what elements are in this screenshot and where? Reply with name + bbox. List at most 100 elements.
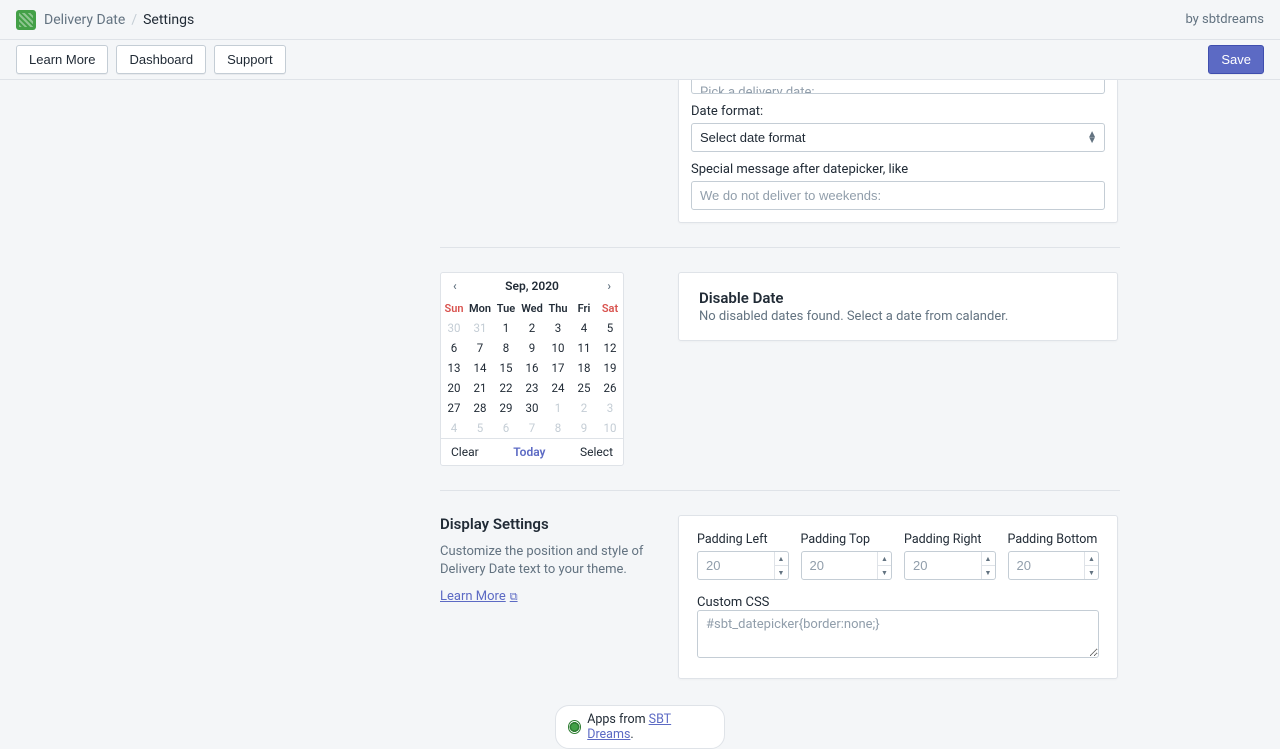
display-settings-card: Padding Left ▲ ▼ Padding Top	[678, 515, 1118, 679]
calendar-day[interactable]: 16	[519, 358, 545, 378]
calendar-day[interactable]: 2	[519, 318, 545, 338]
custom-css-label: Custom CSS	[697, 595, 769, 610]
calendar-day[interactable]: 7	[467, 338, 493, 358]
calendar-dow: Mon	[467, 299, 493, 318]
text-settings-card: Pick a delivery date: Date format: Selec…	[678, 80, 1118, 223]
calendar-day[interactable]: 5	[467, 418, 493, 438]
calendar-day[interactable]: 12	[597, 338, 623, 358]
calendar-day[interactable]: 3	[597, 398, 623, 418]
section-divider-2	[440, 490, 1120, 491]
dashboard-button[interactable]: Dashboard	[116, 45, 206, 74]
calendar-day[interactable]: 31	[467, 318, 493, 338]
disable-date-title: Disable Date	[699, 289, 1097, 307]
special-message-label: Special message after datepicker, like	[691, 162, 1105, 177]
calendar-day[interactable]: 21	[467, 378, 493, 398]
date-format-select[interactable]: Select date format	[691, 123, 1105, 152]
calendar-day[interactable]: 9	[571, 418, 597, 438]
calendar-day[interactable]: 20	[441, 378, 467, 398]
calendar-dow: Sat	[597, 299, 623, 318]
calendar-day[interactable]: 17	[545, 358, 571, 378]
calendar-day[interactable]: 8	[545, 418, 571, 438]
before-datepicker-input-partial[interactable]: Pick a delivery date:	[691, 80, 1105, 94]
padding-bottom-down-icon[interactable]: ▼	[1085, 565, 1098, 579]
padding-right-label: Padding Right	[904, 532, 996, 547]
external-link-icon: ⧉	[510, 590, 518, 604]
calendar-day[interactable]: 27	[441, 398, 467, 418]
date-format-label: Date format:	[691, 104, 1105, 119]
calendar-day[interactable]: 14	[467, 358, 493, 378]
calendar-day[interactable]: 30	[441, 318, 467, 338]
padding-top-up-icon[interactable]: ▲	[878, 552, 891, 565]
custom-css-input[interactable]	[697, 610, 1099, 658]
breadcrumb-app[interactable]: Delivery Date	[44, 12, 125, 28]
calendar-day[interactable]: 10	[597, 418, 623, 438]
calendar-clear-button[interactable]: Clear	[451, 445, 479, 459]
padding-bottom-up-icon[interactable]: ▲	[1085, 552, 1098, 565]
calendar-today-button[interactable]: Today	[513, 445, 545, 459]
padding-left-label: Padding Left	[697, 532, 789, 547]
calendar-prev-icon[interactable]: ‹	[449, 279, 461, 293]
apps-from-pill: Apps from SBT Dreams.	[555, 705, 725, 749]
calendar-day[interactable]: 11	[571, 338, 597, 358]
calendar-dow: Sun	[441, 299, 467, 318]
disable-date-subtitle: No disabled dates found. Select a date f…	[699, 309, 1097, 324]
calendar-day[interactable]: 2	[571, 398, 597, 418]
calendar-dow: Fri	[571, 299, 597, 318]
calendar: ‹ Sep, 2020 › SunMonTueWedThuFriSat 3031…	[440, 272, 624, 466]
padding-left-down-icon[interactable]: ▼	[775, 565, 788, 579]
calendar-day[interactable]: 4	[571, 318, 597, 338]
save-button[interactable]: Save	[1208, 45, 1264, 74]
calendar-day[interactable]: 15	[493, 358, 519, 378]
breadcrumb-sep: /	[131, 12, 137, 28]
calendar-next-icon[interactable]: ›	[603, 279, 615, 293]
breadcrumb-current: Settings	[143, 12, 194, 28]
padding-bottom-label: Padding Bottom	[1008, 532, 1100, 547]
calendar-day[interactable]: 30	[519, 398, 545, 418]
calendar-day[interactable]: 25	[571, 378, 597, 398]
display-settings-desc: Customize the position and style of Deli…	[440, 543, 650, 579]
topbar: Delivery Date / Settings by sbtdreams	[0, 0, 1280, 40]
padding-top-down-icon[interactable]: ▼	[878, 565, 891, 579]
padding-top-label: Padding Top	[801, 532, 893, 547]
display-learn-more-label: Learn More	[440, 589, 506, 604]
calendar-day[interactable]: 26	[597, 378, 623, 398]
calendar-dow: Thu	[545, 299, 571, 318]
calendar-day[interactable]: 5	[597, 318, 623, 338]
calendar-dow: Wed	[519, 299, 545, 318]
calendar-day[interactable]: 19	[597, 358, 623, 378]
calendar-day[interactable]: 1	[493, 318, 519, 338]
display-settings-title: Display Settings	[440, 515, 650, 533]
calendar-month-label: Sep, 2020	[505, 279, 559, 293]
calendar-day[interactable]: 10	[545, 338, 571, 358]
calendar-day[interactable]: 24	[545, 378, 571, 398]
calendar-day[interactable]: 4	[441, 418, 467, 438]
special-message-input[interactable]	[691, 181, 1105, 210]
padding-right-up-icon[interactable]: ▲	[982, 552, 995, 565]
display-learn-more-link[interactable]: Learn More ⧉	[440, 589, 518, 604]
calendar-day[interactable]: 23	[519, 378, 545, 398]
calendar-day[interactable]: 6	[493, 418, 519, 438]
calendar-day[interactable]: 13	[441, 358, 467, 378]
calendar-day[interactable]: 3	[545, 318, 571, 338]
calendar-day[interactable]: 6	[441, 338, 467, 358]
apps-from-suffix: .	[630, 727, 633, 742]
calendar-day[interactable]: 1	[545, 398, 571, 418]
padding-left-up-icon[interactable]: ▲	[775, 552, 788, 565]
support-button[interactable]: Support	[214, 45, 286, 74]
calendar-dow: Tue	[493, 299, 519, 318]
calendar-day[interactable]: 29	[493, 398, 519, 418]
breadcrumb: Delivery Date / Settings	[44, 12, 194, 28]
calendar-day[interactable]: 8	[493, 338, 519, 358]
calendar-day[interactable]: 28	[467, 398, 493, 418]
app-icon	[16, 10, 36, 30]
calendar-day[interactable]: 7	[519, 418, 545, 438]
calendar-day[interactable]: 9	[519, 338, 545, 358]
actionbar: Learn More Dashboard Support Save	[0, 40, 1280, 80]
calendar-day[interactable]: 22	[493, 378, 519, 398]
calendar-day[interactable]: 18	[571, 358, 597, 378]
padding-right-down-icon[interactable]: ▼	[982, 565, 995, 579]
calendar-select-button[interactable]: Select	[580, 445, 613, 459]
sbt-logo-icon	[568, 720, 581, 734]
learn-more-button[interactable]: Learn More	[16, 45, 108, 74]
section-divider-1	[440, 247, 1120, 248]
